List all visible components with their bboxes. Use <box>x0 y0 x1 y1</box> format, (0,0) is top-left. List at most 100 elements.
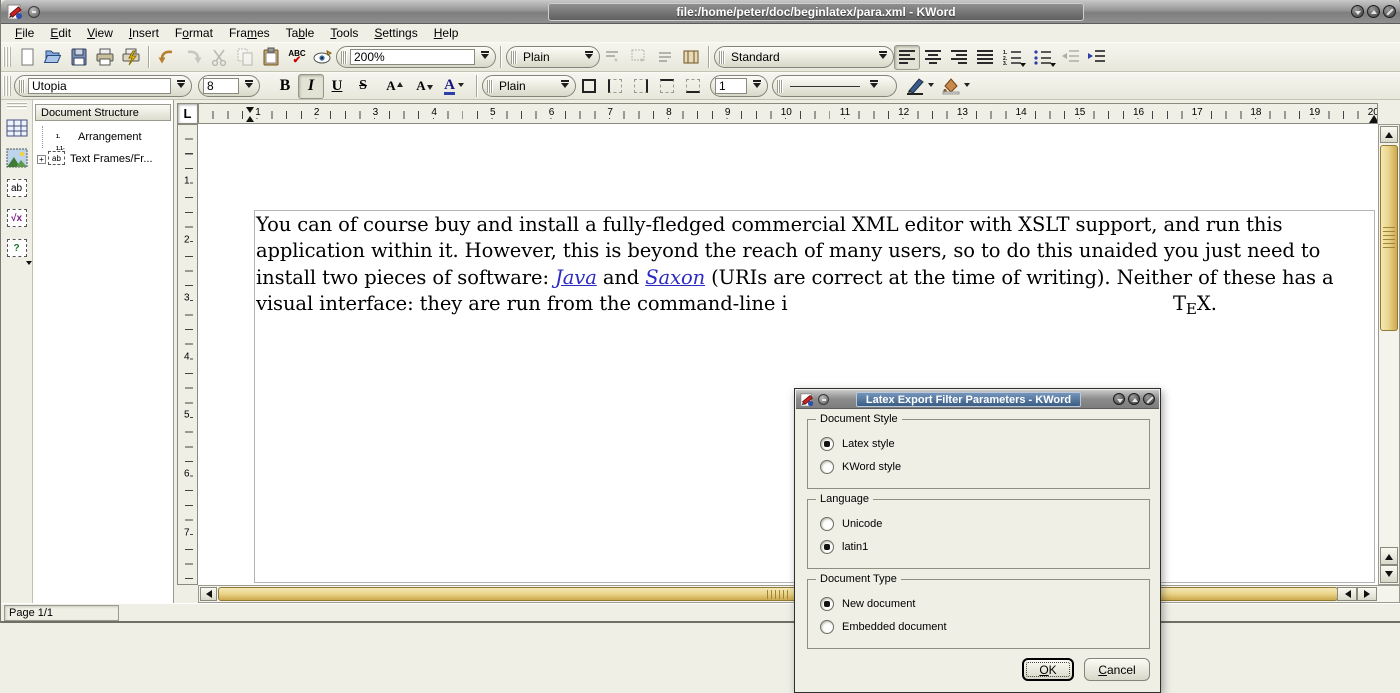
chevron-down-icon[interactable] <box>478 51 491 63</box>
chevron-down-icon[interactable] <box>876 51 889 63</box>
radio-embedded-document[interactable]: Embedded document <box>820 620 947 634</box>
vertical-scrollbar[interactable] <box>1378 124 1400 585</box>
menu-view[interactable]: View <box>79 25 121 41</box>
align-justify-button[interactable] <box>972 45 998 70</box>
document-structure-header[interactable]: Document Structure <box>35 104 171 121</box>
insert-text-frame-button[interactable]: ab <box>4 175 30 201</box>
tree-item-arrangement[interactable]: 1.1.1-1.2- Arrangement <box>37 126 171 148</box>
menu-format[interactable]: Format <box>167 25 221 41</box>
document-text[interactable]: You can of course buy and install a full… <box>256 212 1334 317</box>
insert-contents-button[interactable] <box>652 45 678 70</box>
radio-unicode[interactable]: Unicode <box>820 517 882 531</box>
chevron-down-icon[interactable] <box>964 83 970 90</box>
radio-kword-style[interactable]: KWord style <box>820 460 901 474</box>
radio-latin1[interactable]: latin1 <box>820 540 868 554</box>
paste-button[interactable] <box>258 45 284 70</box>
subscript-button[interactable]: A <box>406 74 436 99</box>
increase-indent-button[interactable] <box>1084 45 1110 70</box>
radio-latex-style[interactable]: Latex style <box>820 437 895 451</box>
chevron-down-icon[interactable] <box>458 83 464 90</box>
chevron-down-icon[interactable] <box>750 80 763 92</box>
kword-app-icon[interactable] <box>7 3 24 20</box>
insert-frame-button[interactable] <box>678 45 704 70</box>
chevron-down-icon[interactable] <box>558 80 571 92</box>
tabstop-selector[interactable]: L <box>177 103 198 124</box>
insert-object-button[interactable]: ? <box>4 235 30 261</box>
chevron-down-icon[interactable] <box>928 83 934 90</box>
font-family-value[interactable]: Utopia <box>28 78 171 94</box>
undo-button[interactable] <box>154 45 180 70</box>
menu-file[interactable]: File <box>7 25 42 41</box>
text-color-button[interactable]: A <box>436 74 472 99</box>
paragraph-style-value[interactable]: Standard <box>728 49 873 65</box>
cancel-button[interactable]: Cancel <box>1084 658 1150 681</box>
saxon-link[interactable]: Saxon <box>645 266 705 289</box>
numbered-list-button[interactable]: 1.2.3. <box>998 45 1028 70</box>
sticky-button[interactable] <box>28 6 40 18</box>
chevron-down-icon[interactable] <box>174 80 187 92</box>
vertical-scrollbar-thumb[interactable] <box>1380 145 1398 331</box>
window-titlebar[interactable]: file:/home/peter/doc/beginlatex/para.xml… <box>1 0 1400 24</box>
text-style-combo[interactable]: Plain <box>506 46 600 68</box>
scroll-left-button[interactable] <box>200 587 217 601</box>
menu-frames[interactable]: Frames <box>221 25 278 41</box>
tree-item-text-frames[interactable]: + ab Text Frames/Fr... <box>37 148 171 170</box>
dialog-titlebar[interactable]: Latex Export Filter Parameters - KWord <box>796 390 1159 409</box>
horizontal-scrollbar-thumb[interactable] <box>218 587 1338 601</box>
underline-button[interactable]: U <box>324 74 350 99</box>
insert-picture-button[interactable] <box>4 145 30 171</box>
copy-button[interactable] <box>232 45 258 70</box>
border-outline-button[interactable] <box>576 74 602 99</box>
maximize-icon[interactable] <box>1367 5 1380 18</box>
scroll-right-button[interactable] <box>1357 587 1377 601</box>
java-link[interactable]: Java <box>555 266 597 289</box>
expander-icon[interactable]: + <box>37 155 46 164</box>
zoom-combo[interactable]: 200% <box>336 46 496 68</box>
italic-button[interactable]: I <box>298 74 324 99</box>
print-button[interactable] <box>92 45 118 70</box>
frame-style-combo[interactable]: Plain <box>482 75 576 97</box>
radio-icon[interactable] <box>820 517 834 531</box>
radio-icon[interactable] <box>820 460 834 474</box>
border-bottom-button[interactable] <box>680 74 706 99</box>
bullet-list-button[interactable] <box>1028 45 1058 70</box>
sticky-button[interactable] <box>818 394 829 405</box>
chevron-down-icon[interactable] <box>867 80 880 92</box>
background-color-button[interactable] <box>937 74 973 99</box>
align-center-button[interactable] <box>920 45 946 70</box>
text-style-value[interactable]: Plain <box>520 49 579 65</box>
font-family-combo[interactable]: Utopia <box>14 75 192 97</box>
chevron-down-icon[interactable] <box>582 51 595 63</box>
radio-icon[interactable] <box>820 597 834 611</box>
document-canvas[interactable]: You can of course buy and install a full… <box>198 124 1378 585</box>
toolbar-grip[interactable] <box>3 47 11 67</box>
border-left-button[interactable] <box>602 74 628 99</box>
paragraph-style-combo[interactable]: Standard <box>714 46 894 68</box>
border-color-button[interactable] <box>901 74 937 99</box>
save-button[interactable] <box>66 45 92 70</box>
maximize-icon[interactable] <box>1128 393 1140 405</box>
menu-settings[interactable]: Settings <box>366 25 425 41</box>
zoom-value[interactable]: 200% <box>350 49 475 65</box>
minimize-icon[interactable] <box>1113 393 1125 405</box>
insert-footnote-button[interactable]: * <box>600 45 626 70</box>
close-icon[interactable] <box>1143 393 1155 405</box>
menu-insert[interactable]: Insert <box>121 25 167 41</box>
cut-button[interactable] <box>206 45 232 70</box>
menu-table[interactable]: Table <box>278 25 323 41</box>
align-right-button[interactable] <box>946 45 972 70</box>
superscript-button[interactable]: A <box>376 74 406 99</box>
toolbar-grip[interactable] <box>7 102 27 109</box>
scroll-left-button-2[interactable] <box>1337 587 1357 601</box>
vertical-ruler[interactable]: 12345678 <box>177 124 198 585</box>
eye-button[interactable] <box>310 45 336 70</box>
insert-endnote-button[interactable]: * <box>626 45 652 70</box>
menu-tools[interactable]: Tools <box>322 25 366 41</box>
scroll-up-button[interactable] <box>1380 126 1398 143</box>
horizontal-ruler[interactable]: 1234567891011121314151617181920 <box>198 103 1378 124</box>
align-left-button[interactable] <box>894 45 920 70</box>
font-size-combo[interactable]: 8 <box>198 75 260 97</box>
radio-icon[interactable] <box>820 620 834 634</box>
border-right-button[interactable] <box>628 74 654 99</box>
redo-button[interactable] <box>180 45 206 70</box>
